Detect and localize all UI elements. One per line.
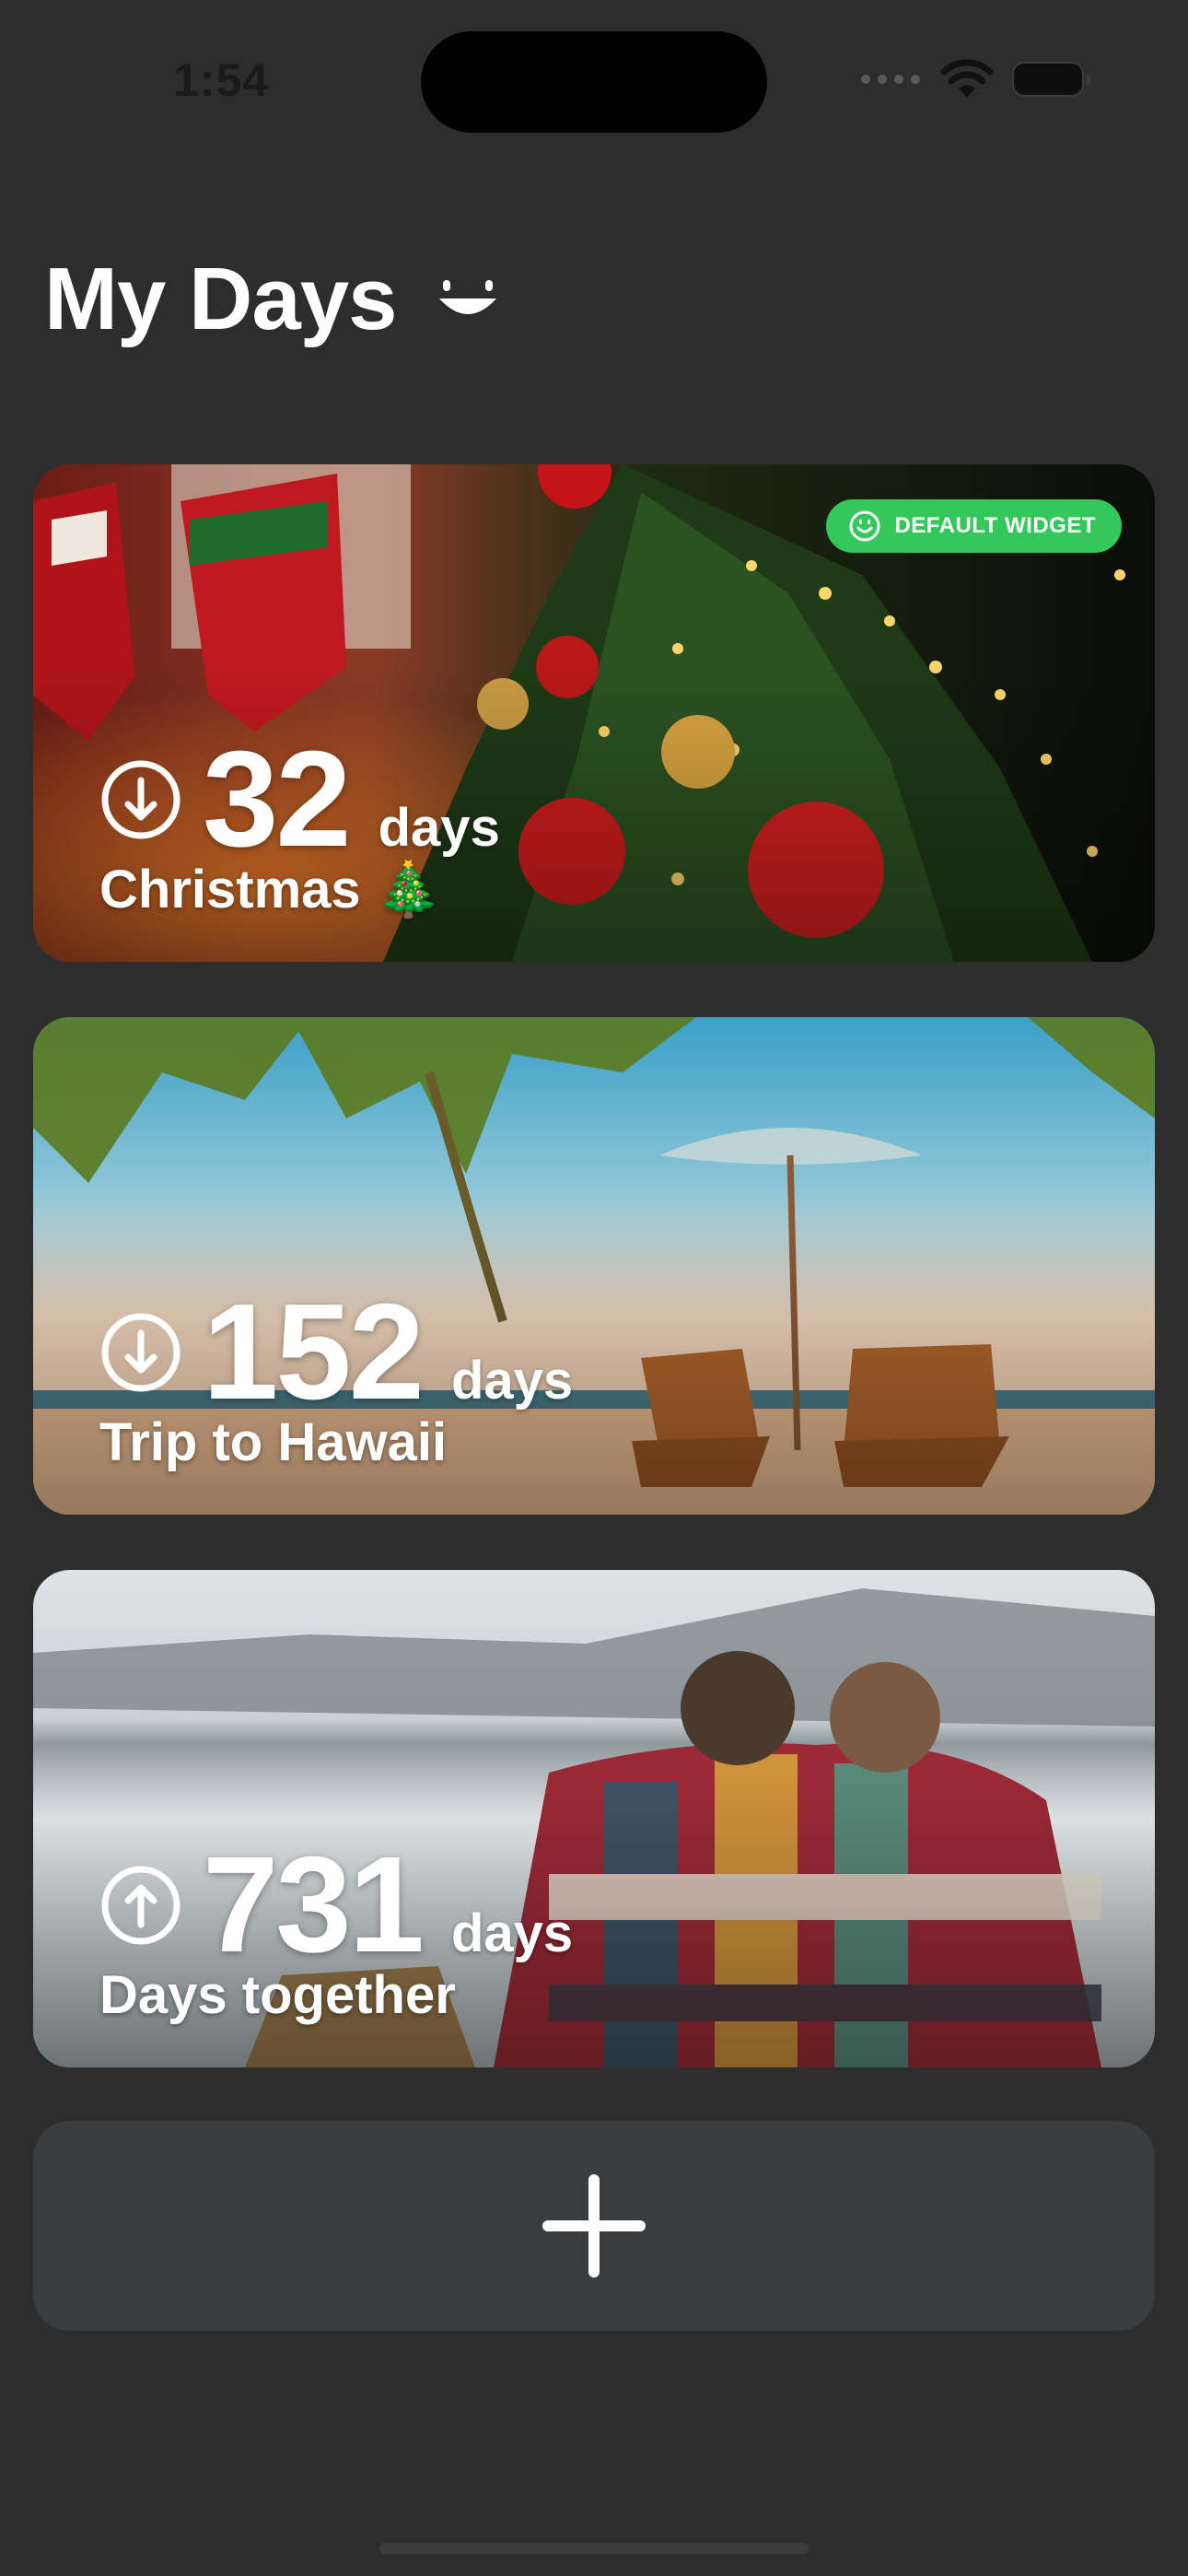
page-title: My Days [44,250,398,348]
home-indicator[interactable] [379,2543,809,2554]
battery-icon [1014,64,1090,95]
countdown-card-christmas[interactable]: DEFAULT WIDGET 32 days Christmas 🎄 [33,464,1155,962]
add-day-button[interactable] [33,2121,1155,2331]
days-count: 32 [203,723,352,875]
status-icons [861,57,1090,101]
days-unit: days [378,798,500,858]
days-count: 152 [203,1276,425,1428]
header: My Days [44,249,500,350]
arrow-down-circle-icon [101,1313,181,1392]
default-widget-badge: DEFAULT WIDGET [826,499,1122,553]
days-unit: days [450,1351,574,1411]
countdown-value: 32 days [99,732,500,868]
dynamic-island [421,31,767,133]
smile-icon[interactable] [436,276,500,322]
arrow-down-circle-icon [101,760,181,839]
default-widget-label: DEFAULT WIDGET [894,513,1096,538]
days-unit: days [450,1903,574,1963]
days-count: 731 [203,1829,425,1981]
countdown-card-hawaii[interactable]: 152 days Trip to Hawaii [33,1017,1155,1515]
smile-circle-icon [849,510,880,542]
arrow-up-circle-icon [101,1866,181,1945]
countup-value: 731 days [99,1837,573,1973]
countup-card-together[interactable]: 731 days Days together [33,1570,1155,2067]
event-name: Days together [99,1965,456,2025]
event-name: Christmas 🎄 [99,860,442,919]
cellular-signal-icon [861,75,920,84]
countdown-value: 152 days [99,1284,573,1421]
status-time: 1:54 [173,54,270,106]
wifi-icon [940,59,994,98]
plus-icon [542,2174,646,2277]
event-name: Trip to Hawaii [99,1412,448,1472]
